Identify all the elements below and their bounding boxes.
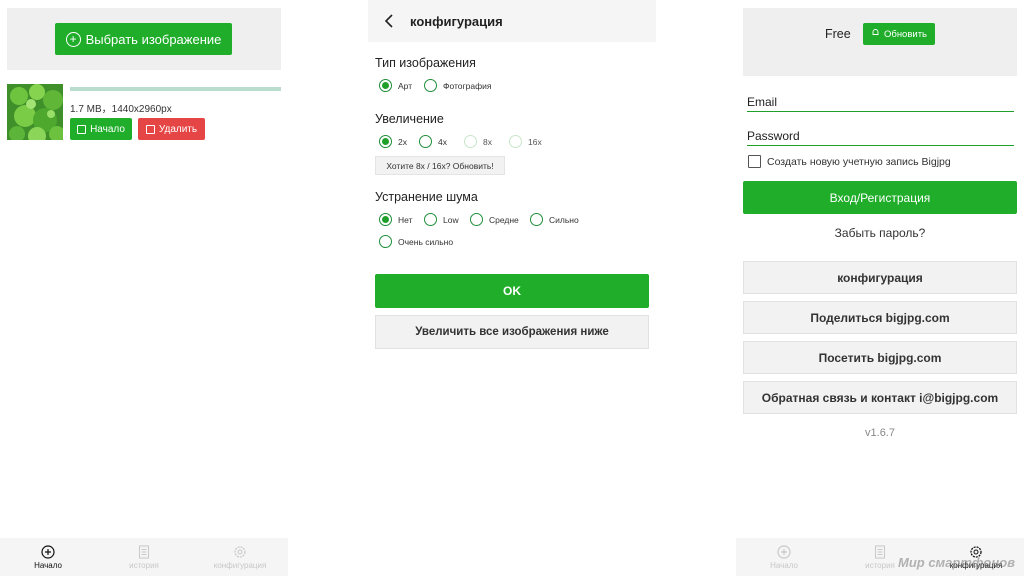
radio-selected-icon (379, 135, 392, 148)
watermark: Мир смартфонов (898, 555, 1015, 570)
radio-photo[interactable]: Фотография (424, 79, 491, 92)
menu-feedback-button[interactable]: Обратная связь и контакт i@bigjpg.com (743, 381, 1017, 414)
radio-label: 4x (438, 136, 447, 147)
radio-label: Нет (398, 214, 413, 225)
radio-disabled-icon (464, 135, 477, 148)
upscale-all-button[interactable]: Увеличить все изображения ниже (375, 315, 649, 349)
tab-label: конфигурация (213, 560, 267, 570)
menu-share-button[interactable]: Поделиться bigjpg.com (743, 301, 1017, 334)
upgrade-button[interactable]: Обновить (863, 23, 935, 45)
tab-home[interactable]: Начало (0, 538, 96, 576)
tab-settings[interactable]: конфигурация (192, 538, 288, 576)
radio-noise-high[interactable]: Сильно (530, 213, 579, 226)
upgrade-hint-button[interactable]: Хотите 8x / 16x? Обновить! (375, 156, 505, 175)
gear-icon (233, 545, 247, 559)
bell-icon (871, 28, 880, 40)
create-account-label: Создать новую учетную запись Bigjpg (767, 155, 951, 168)
radio-selected-icon (379, 213, 392, 226)
radio-label: 2x (398, 136, 407, 147)
upload-progress-fill (70, 87, 281, 91)
email-field[interactable]: Email (747, 92, 1014, 112)
noise-title: Устранение шума (375, 190, 478, 204)
radio-unselected-icon (424, 79, 437, 92)
delete-label: Удалить (158, 123, 198, 135)
page-title: конфигурация (410, 14, 503, 29)
start-button[interactable]: Начало (70, 118, 132, 140)
radio-label: Очень сильно (398, 236, 454, 247)
radio-noise-low[interactable]: Low (424, 213, 459, 226)
plus-circle-icon: + (65, 31, 81, 47)
scale-title: Увеличение (375, 112, 444, 126)
radio-unselected-icon (424, 213, 437, 226)
radio-scale-2x[interactable]: 2x (379, 135, 407, 148)
account-screen: Free Обновить Email Password Создать нов… (736, 0, 1024, 576)
image-type-title: Тип изображения (375, 56, 476, 70)
radio-scale-8x[interactable]: 8x (464, 135, 492, 148)
radio-noise-highest[interactable]: Очень сильно (379, 235, 453, 248)
document-icon (137, 545, 151, 559)
radio-unselected-icon (530, 213, 543, 226)
bottom-tabbar: Начало история конфигурация (0, 538, 288, 576)
tab-label: Начало (770, 560, 798, 570)
radio-scale-4x[interactable]: 4x (419, 135, 447, 148)
tab-label: история (865, 560, 895, 570)
back-arrow-icon[interactable] (382, 13, 398, 29)
menu-config-button[interactable]: конфигурация (743, 261, 1017, 294)
upgrade-label: Обновить (883, 28, 927, 40)
menu-visit-button[interactable]: Посетить bigjpg.com (743, 341, 1017, 374)
tab-history[interactable]: история (96, 538, 192, 576)
select-image-label: Выбрать изображение (85, 31, 222, 47)
radio-unselected-icon (379, 235, 392, 248)
document-icon (873, 545, 887, 559)
radio-label: Фотография (443, 80, 492, 91)
radio-label: Средне (489, 214, 519, 225)
radio-scale-16x[interactable]: 16x (509, 135, 542, 148)
radio-label: Сильно (549, 214, 579, 225)
password-field[interactable]: Password (747, 126, 1014, 146)
radio-disabled-icon (509, 135, 522, 148)
start-label: Начало (90, 123, 125, 135)
file-info: 1.7 MB，1440x2960px (70, 104, 172, 115)
forgot-password-link[interactable]: Забыть пароль? (736, 226, 1024, 240)
plan-label: Free (825, 27, 851, 41)
radio-unselected-icon (470, 213, 483, 226)
tab-label: Начало (34, 560, 62, 570)
enlarge-icon (77, 124, 87, 134)
radio-label: 16x (528, 136, 542, 147)
upload-screen: + Выбрать изображение 1.7 MB，1440x2960px… (0, 0, 288, 576)
ok-button[interactable]: OK (375, 274, 649, 308)
radio-noise-none[interactable]: Нет (379, 213, 412, 226)
version-label: v1.6.7 (865, 427, 895, 439)
select-image-button[interactable]: + Выбрать изображение (55, 23, 232, 55)
trash-icon (145, 124, 155, 134)
delete-button[interactable]: Удалить (138, 118, 205, 140)
radio-label: Low (443, 214, 459, 225)
config-screen: конфигурация Тип изображения Арт Фотогра… (368, 0, 656, 576)
upload-progress-bar (70, 87, 281, 91)
tab-home[interactable]: Начало (736, 538, 832, 576)
create-account-checkbox[interactable]: Создать новую учетную запись Bigjpg (748, 155, 951, 168)
radio-unselected-icon (419, 135, 432, 148)
config-header: конфигурация (368, 0, 656, 42)
login-button[interactable]: Вход/Регистрация (743, 181, 1017, 214)
plus-circle-icon (41, 544, 55, 559)
image-thumbnail[interactable] (7, 84, 63, 140)
tab-label: история (129, 560, 159, 570)
radio-label: Арт (398, 80, 413, 91)
radio-label: 8x (483, 136, 492, 147)
radio-selected-icon (379, 79, 392, 92)
radio-art[interactable]: Арт (379, 79, 412, 92)
plus-circle-icon (777, 544, 791, 559)
radio-noise-medium[interactable]: Средне (470, 213, 519, 226)
checkbox-icon (748, 155, 761, 168)
